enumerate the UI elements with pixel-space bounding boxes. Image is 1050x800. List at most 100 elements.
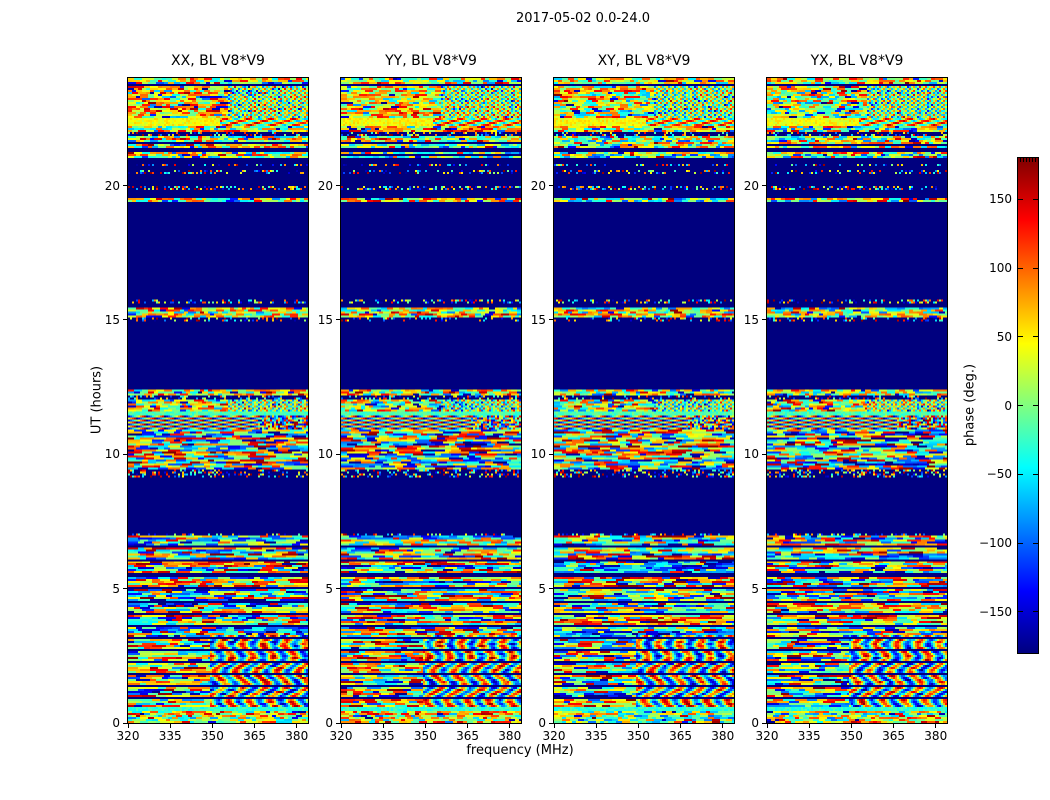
x-tick (467, 724, 468, 728)
x-tick-label: 320 (108, 729, 148, 743)
x-tick (383, 724, 384, 728)
colorbar-tick-label: 150 (978, 191, 1012, 207)
x-tick-label: 320 (321, 729, 361, 743)
x-tick (767, 724, 768, 728)
waterfall-heatmap-xy (554, 78, 734, 723)
y-tick-label: 20 (305, 178, 333, 194)
x-tick-label: 350 (618, 729, 658, 743)
waterfall-heatmap-yy (341, 78, 521, 723)
x-tick-label: 335 (150, 729, 190, 743)
y-tick (336, 185, 340, 186)
x-tick (170, 724, 171, 728)
colorbar-tick-label: −150 (978, 604, 1012, 620)
y-tick-label: 10 (305, 446, 333, 462)
subplot-xx: XX, BL V8*V9 05101520320335350365380 (128, 78, 308, 723)
x-tick (128, 724, 129, 728)
y-tick (123, 319, 127, 320)
colorbar-tick (1018, 474, 1023, 475)
colorbar-tick (1033, 543, 1038, 544)
colorbar-tick (1018, 199, 1023, 200)
x-tick (509, 724, 510, 728)
colorbar-minor-tick (1020, 158, 1021, 162)
colorbar-tick (1033, 268, 1038, 269)
x-tick-label: 350 (831, 729, 871, 743)
x-tick (254, 724, 255, 728)
y-tick (762, 185, 766, 186)
y-tick-label: 20 (731, 178, 759, 194)
x-tick (680, 724, 681, 728)
colorbar-tick-label: 50 (978, 329, 1012, 345)
x-tick (554, 724, 555, 728)
x-tick-label: 380 (490, 729, 530, 743)
colorbar: −150−100−50050100150 (1018, 158, 1038, 653)
colorbar-minor-tick (1023, 158, 1024, 162)
waterfall-heatmap-xx (128, 78, 308, 723)
colorbar-tick (1018, 611, 1023, 612)
x-tick (893, 724, 894, 728)
colorbar-tick-label: −100 (978, 535, 1012, 551)
colorbar-tick (1018, 268, 1023, 269)
x-tick (425, 724, 426, 728)
y-tick (123, 185, 127, 186)
x-tick (851, 724, 852, 728)
colorbar-tick (1033, 474, 1038, 475)
y-tick-label: 10 (92, 446, 120, 462)
colorbar-minor-tick (1029, 158, 1030, 162)
x-tick (722, 724, 723, 728)
x-tick (341, 724, 342, 728)
x-tick-label: 365 (874, 729, 914, 743)
x-tick-label: 365 (661, 729, 701, 743)
y-tick (762, 454, 766, 455)
subplot-title-xy: XY, BL V8*V9 (598, 53, 691, 69)
y-tick-label: 15 (305, 312, 333, 328)
y-tick (549, 185, 553, 186)
y-tick (762, 723, 766, 724)
y-axis-label: UT (hours) (90, 366, 105, 434)
x-tick (935, 724, 936, 728)
subplot-title-xx: XX, BL V8*V9 (171, 53, 265, 69)
x-axis-label: frequency (MHz) (466, 743, 573, 758)
x-tick-label: 365 (235, 729, 275, 743)
x-tick-label: 350 (192, 729, 232, 743)
y-tick-label: 5 (305, 581, 333, 597)
x-tick (596, 724, 597, 728)
y-tick-label: 15 (731, 312, 759, 328)
colorbar-tick (1033, 199, 1038, 200)
colorbar-minor-tick (1035, 158, 1036, 162)
colorbar-tick-label: −50 (978, 466, 1012, 482)
colorbar-minor-tick (1032, 158, 1033, 162)
y-tick (336, 319, 340, 320)
y-tick (549, 319, 553, 320)
x-tick (212, 724, 213, 728)
subplot-yx: YX, BL V8*V9 05101520320335350365380 (767, 78, 947, 723)
y-tick-label: 15 (518, 312, 546, 328)
y-tick-label: 10 (731, 446, 759, 462)
y-tick-label: 5 (92, 581, 120, 597)
subplot-title-yx: YX, BL V8*V9 (811, 53, 904, 69)
x-tick-label: 380 (703, 729, 743, 743)
figure-title: 2017-05-02 0.0-24.0 (516, 11, 650, 26)
x-tick-label: 380 (277, 729, 317, 743)
colorbar-tick (1033, 336, 1038, 337)
x-tick-label: 335 (789, 729, 829, 743)
y-tick (336, 588, 340, 589)
subplot-title-yy: YY, BL V8*V9 (385, 53, 477, 69)
x-tick-label: 320 (747, 729, 787, 743)
x-tick-label: 365 (448, 729, 488, 743)
colorbar-tick (1018, 336, 1023, 337)
x-tick-label: 320 (534, 729, 574, 743)
x-tick (296, 724, 297, 728)
y-tick-label: 15 (92, 312, 120, 328)
x-tick-label: 350 (405, 729, 445, 743)
x-tick-label: 335 (363, 729, 403, 743)
y-tick-label: 10 (518, 446, 546, 462)
subplot-xy: XY, BL V8*V9 05101520320335350365380 (554, 78, 734, 723)
y-tick (549, 588, 553, 589)
y-tick (123, 454, 127, 455)
colorbar-tick-label: 100 (978, 260, 1012, 276)
x-tick-label: 380 (916, 729, 956, 743)
y-tick (123, 723, 127, 724)
x-tick (809, 724, 810, 728)
y-tick-label: 5 (731, 581, 759, 597)
colorbar-label: phase (deg.) (963, 364, 978, 446)
